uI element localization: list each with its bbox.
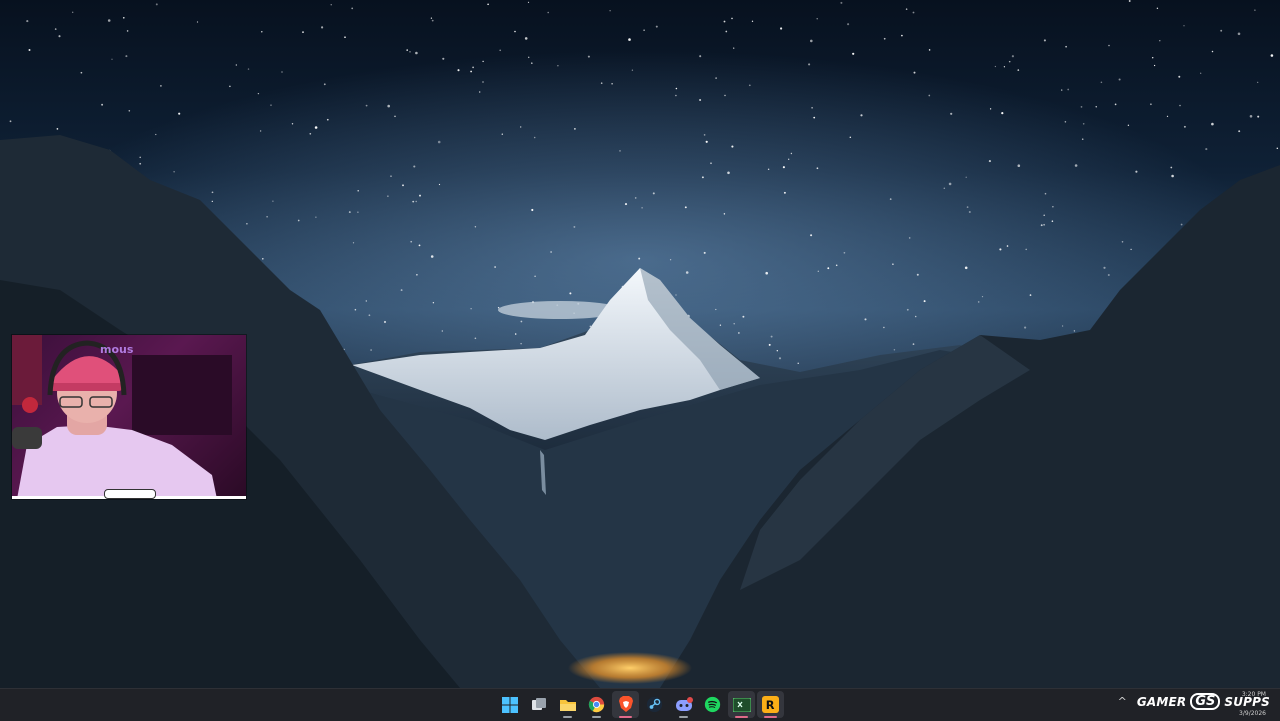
rockstar-button[interactable]: R [757,691,784,718]
discord-button[interactable] [670,691,697,718]
file-explorer-button[interactable] [554,691,581,718]
terminal-app-button[interactable] [728,691,755,718]
taskbar-apps: R [496,691,784,718]
taskbar: R ^ GAMER GS SUPPS 3:20 PM 3/9/2026 [0,688,1280,721]
rockstar-icon: R [762,696,779,713]
spotify-icon [704,696,721,713]
active-indicator [735,716,748,718]
start-button[interactable] [496,691,523,718]
terminal-icon [732,697,751,712]
task-view-icon [531,697,546,710]
brave-button[interactable] [612,691,639,718]
desktop[interactable]: mous [0,0,1280,688]
brand-left-text: GAMER [1136,694,1187,709]
brand-mark: GS [1190,693,1221,710]
steam-icon [646,696,663,713]
tray-time[interactable]: 3:20 PM [1242,691,1266,698]
tray-date[interactable]: 3/9/2026 [1239,710,1266,717]
village-lights [568,652,692,684]
chrome-icon [588,696,605,713]
svg-text:R: R [766,698,775,712]
webcam-badge [104,489,156,499]
chrome-button[interactable] [583,691,610,718]
streamer-silhouette [12,335,232,499]
active-indicator [764,716,777,718]
active-indicator [619,716,632,718]
running-indicator [679,716,688,718]
steam-button[interactable] [641,691,668,718]
neon-sign: mous [100,343,134,356]
spotify-button[interactable] [699,691,726,718]
show-hidden-icons-chevron[interactable]: ^ [1118,695,1127,708]
folder-icon [559,699,576,711]
webcam-overlay: mous [12,335,246,499]
windows-start-icon [501,696,518,713]
task-view-button[interactable] [525,691,552,718]
running-indicator [563,716,572,718]
discord-icon [675,696,693,711]
brave-icon [618,696,633,712]
running-indicator [592,716,601,718]
